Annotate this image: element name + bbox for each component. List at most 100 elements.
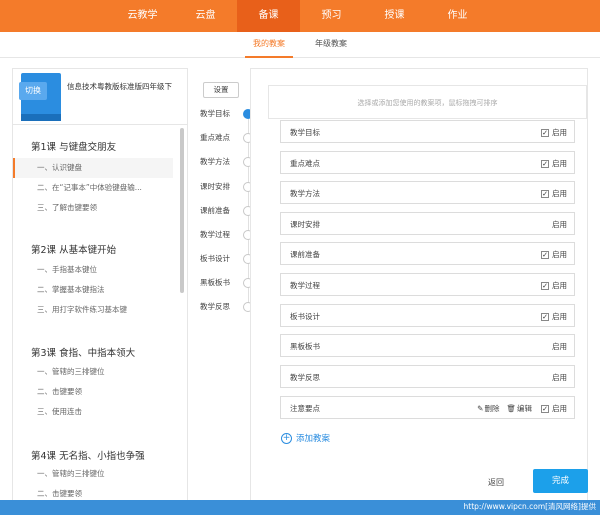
step-label: 教学方法 [200, 157, 230, 166]
enable-label: 启用 [552, 342, 567, 351]
switch-book-button[interactable]: 切换 [19, 82, 47, 100]
enable-label: 启用 [552, 404, 567, 413]
lesson-list: 第1课 与键盘交朋友 一、认识键盘 二、在“记事本”中体验键盘输... 三、了解… [13, 126, 183, 500]
enable-toggle[interactable]: ✓ 启用 [541, 249, 567, 260]
topic-item[interactable]: 二、击键要领 [13, 382, 173, 402]
subtab-my-plans[interactable]: 我的教案 [245, 32, 293, 58]
plan-item-row[interactable]: 板书设计 ✓ 启用 [280, 304, 575, 327]
step-label: 课前准备 [200, 206, 230, 215]
enable-toggle[interactable]: ✓ 启用 [541, 158, 567, 169]
watermark-text: http://www.vipcn.com[清风网络]提供 [463, 502, 597, 511]
plan-item-row[interactable]: 教学方法 ✓ 启用 [280, 181, 575, 204]
add-plan-label: 添加教案 [296, 434, 331, 444]
topic-item[interactable]: 三、了解击键要领 [13, 198, 173, 218]
enable-toggle[interactable]: ✓ 启用 [541, 403, 567, 414]
enable-toggle[interactable]: ✓ 启用 [541, 311, 567, 322]
enable-label: 启用 [552, 250, 567, 259]
enable-label: 启用 [552, 220, 567, 229]
plan-item-name: 教学反思 [290, 373, 320, 382]
book-spine [21, 114, 61, 121]
back-button[interactable]: 返回 [488, 477, 504, 488]
checkbox-checked-icon[interactable]: ✓ [541, 404, 549, 413]
plan-item-row[interactable]: 黑板板书 启用 [280, 334, 575, 357]
lesson-title[interactable]: 第4课 无名指、小指也争强 [31, 448, 145, 462]
lesson-tree-panel: 切换 信息技术粤教版标准版四年级下 第1课 与键盘交朋友 一、认识键盘 二、在“… [12, 68, 188, 501]
nav-tab-lesson-prep[interactable]: 备课 [237, 0, 300, 32]
enable-toggle[interactable]: ✓ 启用 [541, 188, 567, 199]
enable-toggle[interactable]: 启用 [552, 341, 567, 352]
add-plan-button[interactable]: + 添加教案 [281, 432, 330, 444]
step-label: 教学反思 [200, 302, 230, 311]
enable-label: 启用 [552, 189, 567, 198]
edit-label: 编辑 [517, 404, 532, 413]
checkbox-checked-icon[interactable]: ✓ [541, 159, 549, 168]
topic-item[interactable]: 三、用打字软件练习基本键 [13, 300, 173, 320]
plan-item-row[interactable]: 课时安排 启用 [280, 212, 575, 235]
plan-item-name: 课前准备 [290, 250, 320, 259]
lesson-title[interactable]: 第3课 食指、中指本领大 [31, 345, 135, 359]
nav-tab-homework[interactable]: 作业 [426, 0, 489, 32]
enable-label: 启用 [552, 159, 567, 168]
topic-item[interactable]: 二、掌握基本键指法 [13, 280, 173, 300]
enable-toggle[interactable]: 启用 [552, 219, 567, 230]
nav-tab-cloud-teaching[interactable]: 云教学 [111, 0, 174, 32]
row-actions: ✎ 删除 🗑 编辑 [477, 403, 532, 414]
trash-icon: 🗑 [506, 404, 516, 413]
sub-nav: 我的教案 年级教案 [0, 32, 600, 58]
step-label: 黑板板书 [200, 278, 230, 287]
checkbox-checked-icon[interactable]: ✓ [541, 189, 549, 198]
enable-toggle[interactable]: ✓ 启用 [541, 280, 567, 291]
lesson-list-scrollbar[interactable] [180, 128, 184, 293]
plus-circle-icon: + [281, 432, 292, 444]
delete-button[interactable]: ✎ 删除 [477, 403, 499, 414]
edit-button[interactable]: 🗑 编辑 [506, 403, 532, 414]
plan-item-name: 教学目标 [290, 128, 320, 137]
plan-item-name: 教学方法 [290, 189, 320, 198]
plan-item-row[interactable]: 教学反思 启用 [280, 365, 575, 388]
nav-tab-preview[interactable]: 预习 [300, 0, 363, 32]
checkbox-checked-icon[interactable]: ✓ [541, 312, 549, 321]
topic-item[interactable]: 二、在“记事本”中体验键盘输... [13, 178, 173, 198]
plan-item-name: 重点难点 [290, 159, 320, 168]
enable-label: 启用 [552, 128, 567, 137]
done-button[interactable]: 完成 [533, 469, 588, 493]
plan-item-name: 课时安排 [290, 220, 320, 229]
plan-item-row[interactable]: 教学过程 ✓ 启用 [280, 273, 575, 296]
pencil-icon: ✎ [477, 404, 484, 413]
topic-item[interactable]: 一、认识键盘 [13, 158, 173, 178]
enable-label: 启用 [552, 281, 567, 290]
checkbox-checked-icon[interactable]: ✓ [541, 281, 549, 290]
lesson-title[interactable]: 第1课 与键盘交朋友 [31, 139, 116, 153]
checkbox-checked-icon[interactable]: ✓ [541, 128, 549, 137]
plan-item-name: 黑板板书 [290, 342, 320, 351]
book-title: 信息技术粤教版标准版四年级下 [67, 82, 172, 91]
step-label: 教学过程 [200, 230, 230, 239]
top-nav: 云教学 云盘 备课 预习 授课 作业 [0, 0, 600, 32]
lesson-title[interactable]: 第2课 从基本键开始 [31, 242, 116, 256]
step-label: 教学目标 [200, 109, 230, 118]
plan-item-row[interactable]: 注意要点 ✎ 删除 🗑 编辑 ✓ 启用 [280, 396, 575, 419]
step-label: 重点难点 [200, 133, 230, 142]
checkbox-checked-icon[interactable]: ✓ [541, 250, 549, 259]
plan-item-name: 教学过程 [290, 281, 320, 290]
topic-item[interactable]: 一、管辖的三排键位 [13, 362, 173, 382]
topic-item[interactable]: 一、手指基本键位 [13, 260, 173, 280]
delete-label: 删除 [484, 404, 500, 413]
subtab-grade-plans[interactable]: 年级教案 [307, 32, 355, 58]
plan-item-name: 板书设计 [290, 312, 320, 321]
plan-item-row[interactable]: 课前准备 ✓ 启用 [280, 242, 575, 265]
topic-item[interactable]: 一、管辖的三排键位 [13, 464, 173, 484]
nav-tab-teaching[interactable]: 授课 [363, 0, 426, 32]
book-header: 切换 信息技术粤教版标准版四年级下 [13, 69, 187, 125]
enable-toggle[interactable]: 启用 [552, 372, 567, 383]
topic-item[interactable]: 三、使用连击 [13, 402, 173, 422]
settings-button[interactable]: 设置 [203, 82, 239, 98]
topic-item[interactable]: 二、击键要领 [13, 484, 173, 500]
plan-item-row[interactable]: 教学目标 ✓ 启用 [280, 120, 575, 143]
footer-bar: http://www.vipcn.com[清风网络]提供 [0, 500, 600, 515]
step-label: 课时安排 [200, 182, 230, 191]
nav-tab-cloud-drive[interactable]: 云盘 [174, 0, 237, 32]
enable-toggle[interactable]: ✓ 启用 [541, 127, 567, 138]
hint-text: 选择或添加您使用的教案项，鼠标拖拽可排序 [268, 85, 587, 119]
plan-item-row[interactable]: 重点难点 ✓ 启用 [280, 151, 575, 174]
